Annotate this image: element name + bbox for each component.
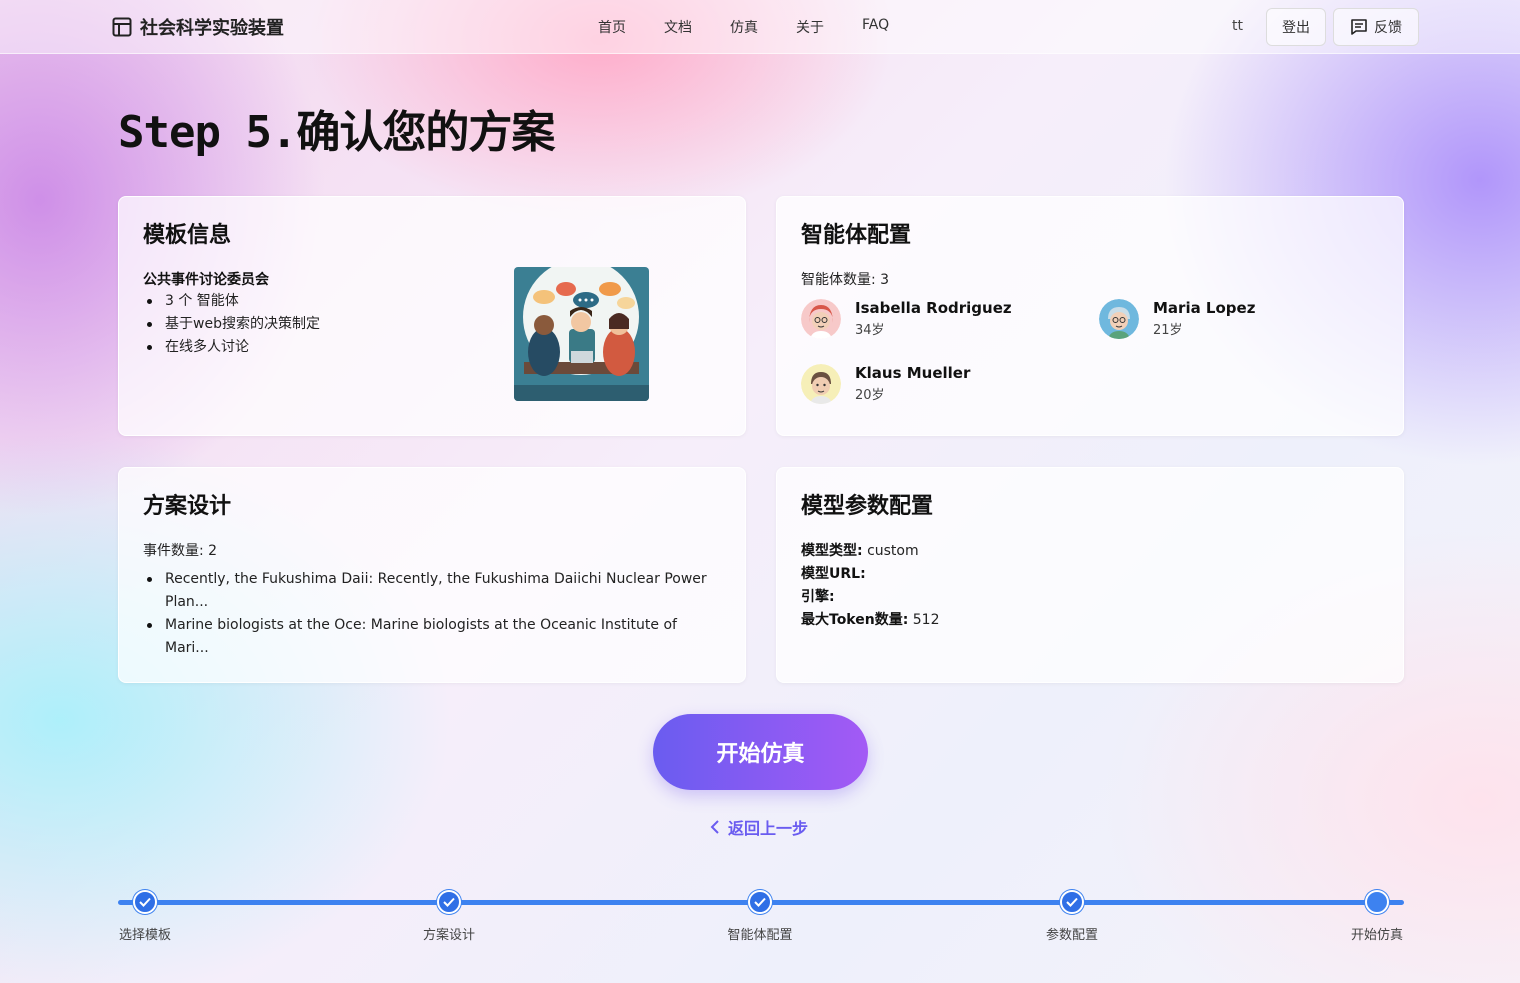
chevron-left-icon xyxy=(710,820,719,834)
list-item: Marine biologists at the Oce: Marine bio… xyxy=(143,614,713,660)
nav-about[interactable]: 关于 xyxy=(796,17,824,37)
feedback-button[interactable]: 反馈 xyxy=(1333,8,1419,46)
step-scenario-design[interactable]: 方案设计 xyxy=(409,888,489,943)
check-icon xyxy=(133,890,157,914)
list-item: 基于web搜索的决策制定 xyxy=(143,313,320,336)
agent-item: Isabella Rodriguez 34岁 xyxy=(801,299,1012,339)
back-link[interactable]: 返回上一步 xyxy=(710,815,808,839)
brand[interactable]: 社会科学实验装置 xyxy=(112,14,284,40)
avatar xyxy=(1099,299,1139,339)
agent-count: 智能体数量: 3 xyxy=(801,272,890,288)
check-icon xyxy=(1060,890,1084,914)
current-step-dot xyxy=(1365,890,1389,914)
feedback-label: 反馈 xyxy=(1374,20,1402,36)
param-label: 模型URL: xyxy=(801,566,866,582)
nav-faq[interactable]: FAQ xyxy=(862,17,889,37)
layout-icon xyxy=(112,17,132,37)
param-row: 引擎: xyxy=(801,586,940,609)
param-value: 512 xyxy=(912,612,940,628)
step-label: 智能体配置 xyxy=(727,928,793,943)
agent-age: 21岁 xyxy=(1153,323,1183,338)
top-navbar: 社会科学实验装置 首页 文档 仿真 关于 FAQ tt 登出 反馈 xyxy=(0,0,1520,54)
model-config-card: 模型参数配置 模型类型: custom 模型URL: 引擎: 最大Token数量… xyxy=(776,467,1404,683)
param-label: 最大Token数量: xyxy=(801,612,909,628)
start-simulation-button[interactable]: 开始仿真 xyxy=(653,714,868,790)
step-start-simulation[interactable]: 开始仿真 xyxy=(1337,888,1417,943)
agent-age: 20岁 xyxy=(855,388,885,403)
event-list: Recently, the Fukushima Daii: Recently, … xyxy=(143,568,713,660)
agent-config-card: 智能体配置 智能体数量: 3 Isabella Rodriguez 34岁 Ma… xyxy=(776,196,1404,436)
list-item: 在线多人讨论 xyxy=(143,336,320,359)
app-title: 社会科学实验装置 xyxy=(140,18,284,39)
agent-config-heading: 智能体配置 xyxy=(801,223,912,248)
param-label: 模型类型: xyxy=(801,543,863,559)
agent-name: Isabella Rodriguez xyxy=(855,299,1012,317)
agent-name: Klaus Mueller xyxy=(855,364,971,382)
check-icon xyxy=(437,890,461,914)
nav-sim[interactable]: 仿真 xyxy=(730,17,758,37)
avatar xyxy=(801,364,841,404)
scenario-design-card: 方案设计 事件数量: 2 Recently, the Fukushima Dai… xyxy=(118,467,746,683)
step-label: 方案设计 xyxy=(422,928,475,943)
step-select-template[interactable]: 选择模板 xyxy=(105,888,185,943)
back-label: 返回上一步 xyxy=(728,819,809,838)
model-params: 模型类型: custom 模型URL: 引擎: 最大Token数量: 512 xyxy=(801,540,940,632)
main-nav: 首页 文档 仿真 关于 FAQ xyxy=(598,17,889,37)
nav-home[interactable]: 首页 xyxy=(598,17,626,37)
agent-name: Maria Lopez xyxy=(1153,299,1256,317)
agent-item: Maria Lopez 21岁 xyxy=(1099,299,1255,339)
agent-item: Klaus Mueller 20岁 xyxy=(801,364,970,404)
progress-steps: 选择模板 方案设计 智能体配置 参数配置 开始仿真 xyxy=(118,888,1404,948)
template-illustration xyxy=(514,267,649,401)
template-info-card: 模板信息 公共事件讨论委员会 3 个 智能体 基于web搜索的决策制定 在线多人… xyxy=(118,196,746,436)
scenario-heading: 方案设计 xyxy=(143,494,232,519)
model-config-heading: 模型参数配置 xyxy=(801,494,934,519)
param-value: custom xyxy=(867,543,919,559)
template-info-heading: 模板信息 xyxy=(143,223,232,248)
param-label: 引擎: xyxy=(801,589,835,605)
step-label: 开始仿真 xyxy=(1350,928,1403,943)
event-count: 事件数量: 2 xyxy=(143,543,218,559)
step-param-config[interactable]: 参数配置 xyxy=(1032,888,1112,943)
template-name: 公共事件讨论委员会 xyxy=(143,272,269,288)
step-label: 参数配置 xyxy=(1045,928,1098,943)
check-icon xyxy=(748,890,772,914)
avatar xyxy=(801,299,841,339)
param-row: 最大Token数量: 512 xyxy=(801,609,940,632)
list-item: Recently, the Fukushima Daii: Recently, … xyxy=(143,568,713,614)
template-feature-list: 3 个 智能体 基于web搜索的决策制定 在线多人讨论 xyxy=(143,290,320,359)
logout-button[interactable]: 登出 xyxy=(1266,8,1326,46)
list-item: 3 个 智能体 xyxy=(143,290,320,313)
param-row: 模型类型: custom xyxy=(801,540,940,563)
agent-age: 34岁 xyxy=(855,323,885,338)
page-title: Step 5.确认您的方案 xyxy=(118,107,555,158)
message-icon xyxy=(1351,19,1367,35)
step-label: 选择模板 xyxy=(118,928,171,943)
param-row: 模型URL: xyxy=(801,563,940,586)
nav-docs[interactable]: 文档 xyxy=(664,17,692,37)
step-agent-config[interactable]: 智能体配置 xyxy=(720,888,800,943)
username[interactable]: tt xyxy=(1232,18,1243,34)
